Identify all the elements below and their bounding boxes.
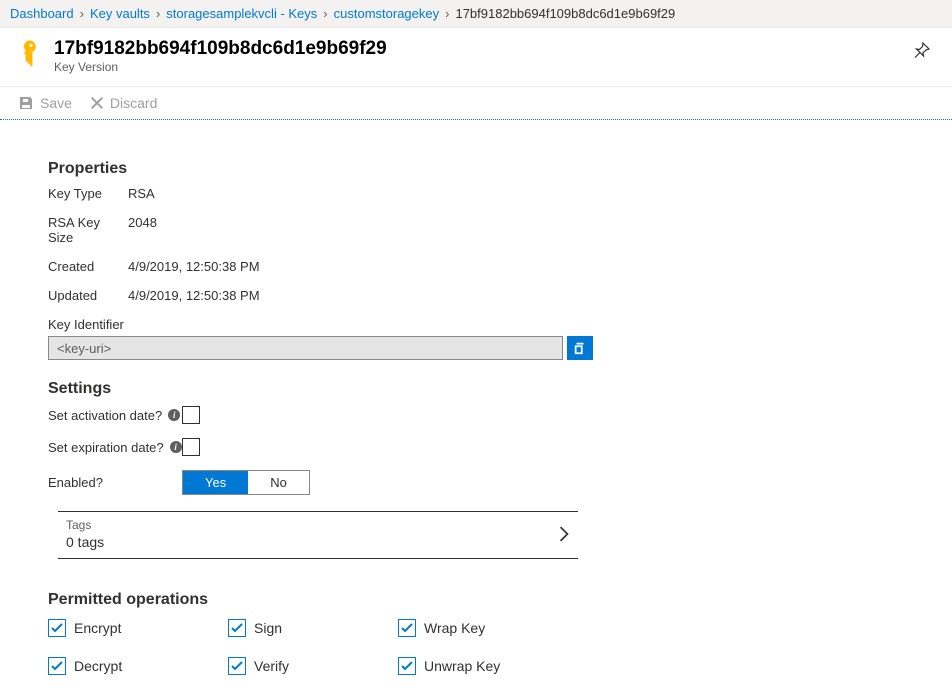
key-type-label: Key Type <box>48 186 128 201</box>
breadcrumb-vault[interactable]: storagesamplekvcli - Keys <box>166 6 317 21</box>
permitted-heading: Permitted operations <box>48 591 904 609</box>
copy-icon <box>573 341 587 355</box>
activation-checkbox[interactable] <box>182 406 200 424</box>
copy-button[interactable] <box>567 336 593 360</box>
page-subtitle: Key Version <box>54 60 900 74</box>
pin-button[interactable] <box>910 38 934 65</box>
enabled-label: Enabled? <box>48 475 103 490</box>
save-label: Save <box>40 95 72 111</box>
activation-label: Set activation date? <box>48 408 162 423</box>
breadcrumb-dashboard[interactable]: Dashboard <box>10 6 74 21</box>
save-button[interactable]: Save <box>18 95 72 111</box>
updated-value: 4/9/2019, 12:50:38 PM <box>128 288 260 303</box>
chevron-right-icon <box>558 526 570 542</box>
chevron-right-icon: › <box>445 6 449 21</box>
page-header: 17bf9182bb694f109b8dc6d1e9b69f29 Key Ver… <box>0 28 952 87</box>
info-icon[interactable]: i <box>170 441 182 453</box>
verify-checkbox[interactable] <box>228 657 246 675</box>
check-icon <box>51 622 63 634</box>
created-value: 4/9/2019, 12:50:38 PM <box>128 259 260 274</box>
key-identifier-input[interactable] <box>48 336 563 360</box>
save-icon <box>18 95 34 111</box>
settings-heading: Settings <box>48 380 904 398</box>
check-icon <box>51 660 63 672</box>
toolbar: Save Discard <box>0 87 952 120</box>
tags-count: 0 tags <box>66 534 558 550</box>
sign-checkbox[interactable] <box>228 619 246 637</box>
breadcrumb: Dashboard › Key vaults › storagesamplekv… <box>0 0 952 28</box>
page-title: 17bf9182bb694f109b8dc6d1e9b69f29 <box>54 38 900 60</box>
check-icon <box>231 660 243 672</box>
expiration-checkbox[interactable] <box>182 438 200 456</box>
wrap-checkbox[interactable] <box>398 619 416 637</box>
sign-label: Sign <box>254 620 282 636</box>
updated-label: Updated <box>48 288 128 303</box>
rsa-size-label: RSA Key Size <box>48 215 128 245</box>
created-label: Created <box>48 259 128 274</box>
check-icon <box>231 622 243 634</box>
tags-row[interactable]: Tags 0 tags <box>58 511 578 559</box>
verify-label: Verify <box>254 658 289 674</box>
tags-label: Tags <box>66 518 558 532</box>
discard-icon <box>90 96 104 110</box>
discard-button[interactable]: Discard <box>90 95 157 111</box>
toggle-yes[interactable]: Yes <box>183 471 248 494</box>
rsa-size-value: 2048 <box>128 215 157 245</box>
decrypt-label: Decrypt <box>74 658 122 674</box>
unwrap-label: Unwrap Key <box>424 658 500 674</box>
chevron-right-icon: › <box>156 6 160 21</box>
check-icon <box>401 660 413 672</box>
breadcrumb-key[interactable]: customstoragekey <box>334 6 440 21</box>
wrap-label: Wrap Key <box>424 620 485 636</box>
check-icon <box>401 622 413 634</box>
chevron-right-icon: › <box>80 6 84 21</box>
unwrap-checkbox[interactable] <box>398 657 416 675</box>
key-identifier-label: Key Identifier <box>48 317 904 332</box>
properties-heading: Properties <box>48 160 904 178</box>
enabled-toggle[interactable]: Yes No <box>182 470 310 495</box>
encrypt-checkbox[interactable] <box>48 619 66 637</box>
key-type-value: RSA <box>128 186 155 201</box>
encrypt-label: Encrypt <box>74 620 121 636</box>
decrypt-checkbox[interactable] <box>48 657 66 675</box>
info-icon[interactable]: i <box>168 409 180 421</box>
chevron-right-icon: › <box>323 6 327 21</box>
discard-label: Discard <box>110 95 157 111</box>
key-icon <box>18 40 44 69</box>
breadcrumb-keyvaults[interactable]: Key vaults <box>90 6 150 21</box>
breadcrumb-current: 17bf9182bb694f109b8dc6d1e9b69f29 <box>455 6 675 21</box>
expiration-label: Set expiration date? <box>48 440 164 455</box>
toggle-no[interactable]: No <box>248 471 309 494</box>
